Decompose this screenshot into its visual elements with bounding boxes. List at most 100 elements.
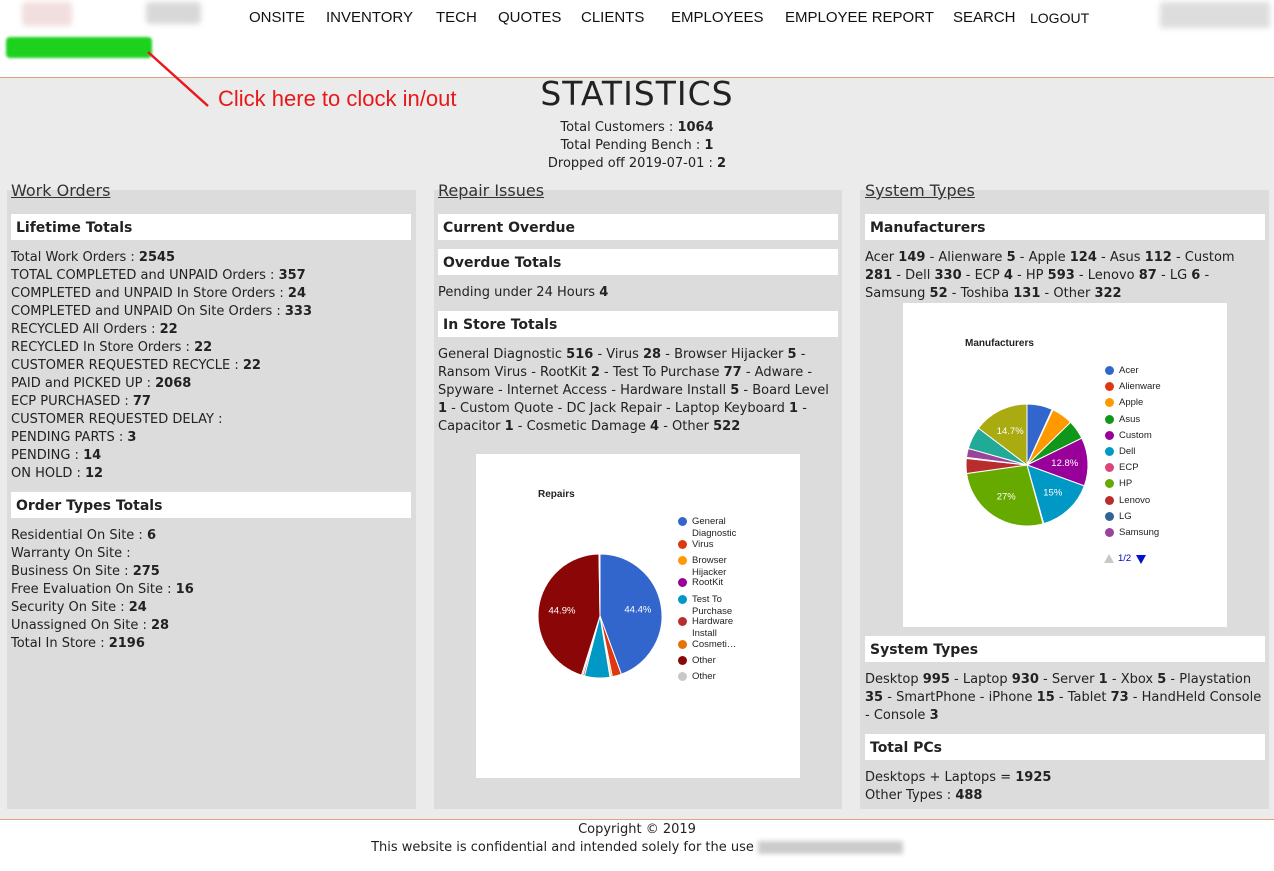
order-type-line: Unassigned On Site : 28 xyxy=(11,618,170,633)
nav-onsite[interactable]: ONSITE xyxy=(249,9,305,26)
lifetime-stat-line: COMPLETED and UNPAID In Store Orders : 2… xyxy=(11,286,306,301)
nav-employees[interactable]: EMPLOYEES xyxy=(671,9,764,26)
pie-slice-label: 44.4% xyxy=(624,604,651,615)
lifetime-stat-line: COMPLETED and UNPAID On Site Orders : 33… xyxy=(11,304,313,319)
nav-search[interactable]: SEARCH xyxy=(953,9,1016,26)
order-type-line: Business On Site : 275 xyxy=(11,564,160,579)
pie-slice-label: 44.9% xyxy=(548,606,575,617)
lifetime-stat-line: PENDING : 14 xyxy=(11,448,102,463)
nav-employee-report[interactable]: EMPLOYEE REPORT xyxy=(785,9,934,26)
legend-label: Samsung xyxy=(1119,527,1160,538)
legend-label: Apple xyxy=(1119,397,1144,409)
legend-label: Test To Purchase xyxy=(692,593,733,617)
other-types-line: Other Types : 488 xyxy=(865,788,983,803)
pie-slice-label: 14.7% xyxy=(997,426,1024,437)
overdue-line: Pending under 24 Hours 4 xyxy=(438,285,609,300)
lifetime-stat-line: ON HOLD : 12 xyxy=(11,466,104,481)
footer: Copyright © 2019 This website is confide… xyxy=(0,819,1274,871)
legend-pager: 1/2 xyxy=(1103,552,1163,566)
total-customers: Total Customers : 1064 xyxy=(560,120,714,135)
in-store-totals-header: In Store Totals xyxy=(438,311,838,337)
footer-notice: This website is confidential and intende… xyxy=(0,840,1274,855)
legend-swatch xyxy=(678,517,687,526)
total-pending-bench: Total Pending Bench : 1 xyxy=(560,138,714,153)
repair-issues-title[interactable]: Repair Issues xyxy=(438,181,544,200)
lifetime-stat-line: TOTAL COMPLETED and UNPAID Orders : 357 xyxy=(11,268,306,283)
legend-label: RootKit xyxy=(692,577,724,589)
legend-label: Hardware Install xyxy=(692,616,734,640)
current-overdue-header: Current Overdue xyxy=(438,214,838,240)
nav-quotes[interactable]: QUOTES xyxy=(498,9,561,26)
user-info-blurred xyxy=(1160,2,1270,28)
legend-swatch xyxy=(1105,430,1114,440)
system-types-header: System Types xyxy=(865,636,1265,662)
pie-slice-label: 27% xyxy=(997,492,1017,503)
legend-label: Dell xyxy=(1119,446,1136,457)
order-type-line: Total In Store : 2196 xyxy=(11,636,145,651)
legend-swatch xyxy=(1105,495,1114,505)
lifetime-stat-line: PAID and PICKED UP : 2068 xyxy=(11,376,192,391)
nav-inventory[interactable]: INVENTORY xyxy=(326,9,413,26)
legend-prev-icon[interactable] xyxy=(1103,553,1115,565)
manufacturers-text: Acer 149 - Alienware 5 - Apple 124 - Asu… xyxy=(865,250,1235,301)
pie-slice-label: 15% xyxy=(1043,488,1063,499)
total-pcs-header: Total PCs xyxy=(865,734,1265,760)
order-type-line: Warranty On Site : xyxy=(11,546,131,561)
annotation-arrow xyxy=(147,51,209,107)
lifetime-totals-header: Lifetime Totals xyxy=(11,214,411,240)
desktops-laptops-line: Desktops + Laptops = 1925 xyxy=(865,770,1052,785)
legend-swatch xyxy=(678,639,687,649)
order-types-header: Order Types Totals xyxy=(11,492,411,518)
legend-swatch xyxy=(678,655,687,665)
lifetime-stat-line: CUSTOMER REQUESTED DELAY : xyxy=(11,412,223,427)
legend-label: Cosmeti… xyxy=(692,638,737,650)
pie-slice-label: 12.8% xyxy=(1051,458,1078,469)
lifetime-stat-line: RECYCLED All Orders : 22 xyxy=(11,322,178,337)
legend-label: LG xyxy=(1119,510,1132,522)
manufacturers-header: Manufacturers xyxy=(865,214,1265,240)
legend-page-indicator: 1/2 xyxy=(1118,553,1132,564)
legend-label: HP xyxy=(1119,478,1133,490)
system-types-text: Desktop 995 - Laptop 930 - Server 1 - Xb… xyxy=(865,672,1262,723)
legend-label: Custom xyxy=(1119,429,1152,441)
lifetime-stat-line: Total Work Orders : 2545 xyxy=(11,250,176,265)
order-type-line: Residential On Site : 6 xyxy=(11,528,157,543)
annotation-text: Click here to clock in/out xyxy=(218,86,457,111)
legend-swatch xyxy=(678,539,687,549)
dropped-off: Dropped off 2019-07-01 : 2 xyxy=(547,156,727,171)
lifetime-stat-line: CUSTOMER REQUESTED RECYCLE : 22 xyxy=(11,358,261,373)
legend-swatch xyxy=(1105,366,1114,375)
lifetime-stat-line: ECP PURCHASED : 77 xyxy=(11,394,151,409)
legend-label: Virus xyxy=(692,538,714,550)
legend-label: ECP xyxy=(1119,462,1139,474)
in-store-totals-text: General Diagnostic 516 - Virus 28 - Brow… xyxy=(438,347,829,434)
repairs-chart: Repairs 44.4% 44.9% General Diagnostic Vir… xyxy=(476,454,800,778)
legend-swatch xyxy=(1105,414,1114,424)
nav-logout[interactable]: LOGOUT xyxy=(1030,10,1089,26)
legend-swatch xyxy=(1105,528,1114,537)
legend-swatch xyxy=(678,594,687,604)
legend-label: Asus xyxy=(1119,413,1141,425)
order-type-line: Security On Site : 24 xyxy=(11,600,147,615)
legend-label: General Diagnostic xyxy=(692,516,737,539)
legend-swatch xyxy=(1105,447,1114,456)
order-type-line: Free Evaluation On Site : 16 xyxy=(11,582,194,597)
legend-label: Browser Hijacker xyxy=(692,554,727,578)
work-orders-title[interactable]: Work Orders xyxy=(11,181,110,200)
lifetime-stat-line: RECYCLED In Store Orders : 22 xyxy=(11,340,213,355)
legend-label: Lenovo xyxy=(1119,494,1151,506)
legend-swatch xyxy=(1105,511,1114,521)
nav-clients[interactable]: CLIENTS xyxy=(581,9,644,26)
legend-next-icon[interactable] xyxy=(1135,553,1147,565)
legend-label: Other xyxy=(692,654,716,666)
legend-swatch xyxy=(678,555,687,565)
system-types-title[interactable]: System Types xyxy=(865,181,975,200)
legend-label: Other xyxy=(692,671,716,683)
legend-label: Acer xyxy=(1119,365,1139,376)
overdue-totals-header: Overdue Totals xyxy=(438,249,838,275)
footer-copyright: Copyright © 2019 xyxy=(578,822,696,837)
manufacturers-chart: Manufacturers 12.8% 15% 27% 14.7% Acer Alien… xyxy=(903,303,1227,627)
footer-blurred-text xyxy=(757,841,903,854)
nav-tech[interactable]: TECH xyxy=(436,9,477,26)
legend-label: Alienware xyxy=(1119,381,1161,393)
